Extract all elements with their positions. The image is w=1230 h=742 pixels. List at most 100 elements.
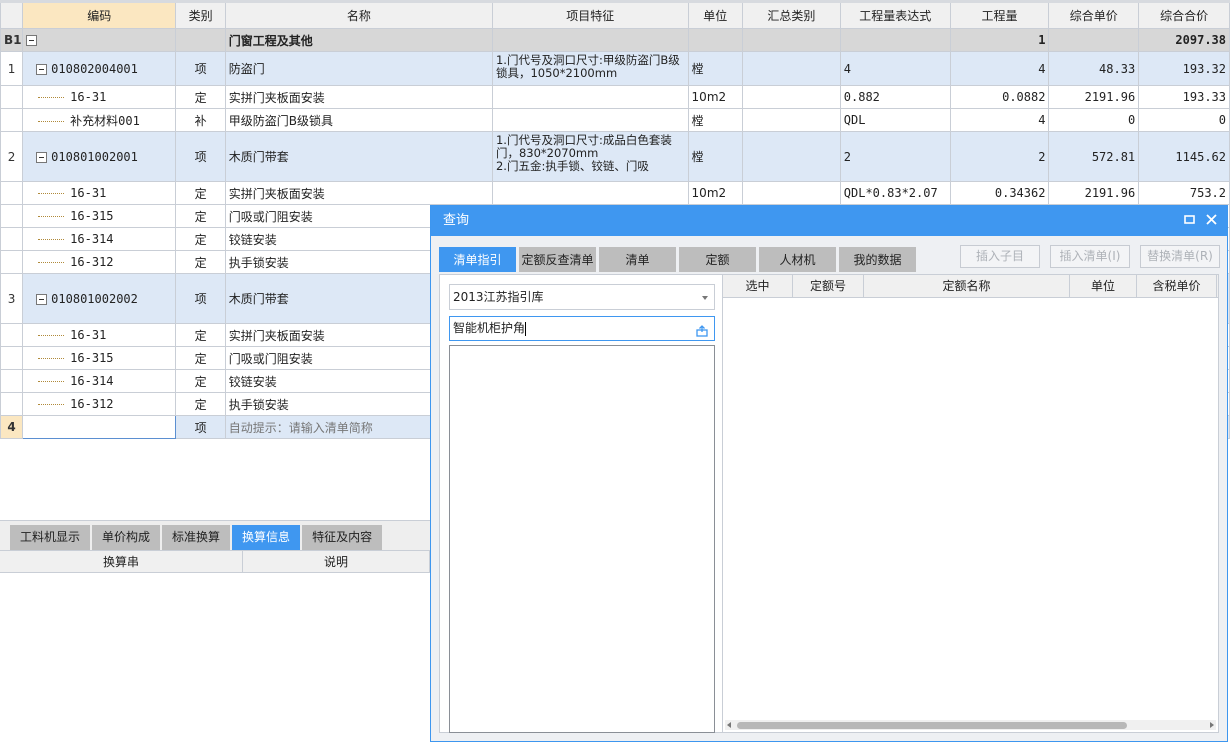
tab-conversion-info[interactable]: 换算信息 [232, 525, 301, 550]
code-cell[interactable]: 16-312 [22, 250, 177, 274]
type-cell[interactable]: 定 [175, 204, 226, 228]
scroll-right-icon[interactable] [1210, 722, 1214, 728]
scrollbar-thumb[interactable] [737, 722, 1127, 729]
price-cell[interactable]: 572.81 [1048, 131, 1140, 182]
unit-cell[interactable]: 樘 [687, 51, 743, 86]
code-cell[interactable]: 补充材料001 [22, 108, 177, 132]
expr-cell[interactable]: 4 [839, 51, 951, 86]
quota-row[interactable]: 补充材料001 补甲级防盗门B级锁具樘 QDL 4 0 0 [0, 108, 1230, 132]
collapse-icon[interactable] [36, 63, 48, 75]
price-cell[interactable]: 0 [1048, 108, 1140, 132]
qty-cell[interactable]: 0.34362 [949, 181, 1050, 205]
tab-quota-reverse[interactable]: 定额反查清单 [519, 247, 596, 272]
col-header-feature[interactable]: 项目特征 [491, 0, 689, 29]
guide-tree-list[interactable] [449, 345, 715, 733]
expr-cell[interactable]: QDL*0.83*2.07 [839, 181, 951, 205]
horizontal-scrollbar[interactable] [725, 720, 1216, 730]
type-cell[interactable]: 定 [175, 392, 226, 416]
type-cell[interactable]: 定 [175, 323, 226, 347]
unit-cell[interactable]: 樘 [687, 131, 743, 182]
feature-cell[interactable] [491, 181, 689, 205]
chevron-down-icon[interactable] [702, 296, 708, 300]
col-header-quota-name[interactable]: 定额名称 [864, 275, 1070, 297]
code-cell[interactable]: 16-315 [22, 346, 177, 370]
group-name[interactable]: 门窗工程及其他 [224, 28, 493, 52]
group-row[interactable]: B1 门窗工程及其他 1 2097.38 [0, 28, 1230, 52]
col-header-summary[interactable]: 汇总类别 [741, 0, 841, 29]
scroll-left-icon[interactable] [727, 722, 731, 728]
group-qty[interactable]: 1 [949, 28, 1050, 52]
type-cell[interactable]: 项 [175, 131, 226, 182]
price-cell[interactable]: 2191.96 [1048, 181, 1140, 205]
type-cell[interactable]: 定 [175, 227, 226, 251]
type-cell[interactable]: 补 [175, 108, 226, 132]
tab-price-composition[interactable]: 单价构成 [92, 525, 161, 550]
col-header-total[interactable]: 综合合价 [1138, 0, 1230, 29]
tab-labor-material-machine[interactable]: 人材机 [759, 247, 836, 272]
summary-cell[interactable] [741, 108, 841, 132]
group-toggle-cell[interactable] [22, 28, 177, 52]
col-header-expr[interactable]: 工程量表达式 [839, 0, 951, 29]
expr-cell[interactable]: 2 [839, 131, 951, 182]
bill-item-row[interactable]: 1 010802004001 项防盗门 1.门代号及洞口尺寸:甲级防盗门B级锁具，10… [0, 51, 1230, 86]
quota-row[interactable]: 16-31 定实拼门夹板面安装 10m2 0.882 0.0882 2191.96 193.… [0, 85, 1230, 109]
tab-quota[interactable]: 定额 [679, 247, 756, 272]
unit-cell[interactable]: 10m2 [687, 181, 743, 205]
type-cell[interactable]: 定 [175, 369, 226, 393]
group-total[interactable]: 2097.38 [1138, 28, 1230, 52]
summary-cell[interactable] [741, 85, 841, 109]
collapse-icon[interactable] [26, 35, 38, 46]
name-cell[interactable]: 实拼门夹板面安装 [224, 181, 493, 205]
summary-cell[interactable] [741, 51, 841, 86]
type-cell[interactable]: 定 [175, 181, 226, 205]
price-cell[interactable]: 48.33 [1048, 51, 1140, 86]
total-cell[interactable]: 193.32 [1138, 51, 1230, 86]
col-header-name[interactable]: 名称 [224, 0, 493, 29]
price-cell[interactable]: 2191.96 [1048, 85, 1140, 109]
summary-cell[interactable] [741, 181, 841, 205]
code-cell[interactable]: 010801002002 [22, 273, 177, 324]
close-icon[interactable] [1206, 206, 1217, 236]
feature-cell[interactable]: 1.门代号及洞口尺寸:甲级防盗门B级锁具，1050*2100mm [491, 51, 689, 86]
maximize-icon[interactable] [1184, 206, 1195, 236]
type-cell[interactable]: 项 [175, 51, 226, 86]
code-input-cell[interactable] [22, 415, 177, 439]
type-cell[interactable]: 定 [175, 346, 226, 370]
col-header-price[interactable]: 综合单价 [1048, 0, 1140, 29]
feature-cell[interactable] [491, 85, 689, 109]
col-header-type[interactable]: 类别 [175, 0, 226, 29]
tab-bill[interactable]: 清单 [599, 247, 676, 272]
qty-cell[interactable]: 4 [949, 51, 1050, 86]
tab-my-data[interactable]: 我的数据 [839, 247, 916, 272]
summary-cell[interactable] [741, 131, 841, 182]
tab-bill-guide[interactable]: 清单指引 [439, 247, 516, 272]
code-cell[interactable]: 16-312 [22, 392, 177, 416]
code-cell[interactable]: 16-314 [22, 369, 177, 393]
replace-bill-button[interactable]: 替换清单(R) [1140, 245, 1220, 268]
total-cell[interactable]: 753.2 [1138, 181, 1230, 205]
expr-cell[interactable]: 0.882 [839, 85, 951, 109]
type-cell[interactable]: 定 [175, 250, 226, 274]
col-header-quota-no[interactable]: 定额号 [793, 275, 864, 297]
tab-labor-material[interactable]: 工料机显示 [10, 525, 91, 550]
total-cell[interactable]: 0 [1138, 108, 1230, 132]
col-header-conversion-string[interactable]: 换算串 [0, 551, 243, 572]
qty-cell[interactable]: 0.0882 [949, 85, 1050, 109]
collapse-icon[interactable] [36, 151, 48, 163]
code-cell[interactable]: 010801002001 [22, 131, 177, 182]
quota-row[interactable]: 16-31 定实拼门夹板面安装 10m2 QDL*0.83*2.07 0.34362 21… [0, 181, 1230, 205]
collapse-icon[interactable] [36, 293, 48, 305]
type-cell[interactable]: 定 [175, 85, 226, 109]
feature-cell[interactable]: 1.门代号及洞口尺寸:成品白色套装门，830*2070mm 2.门五金:执手锁、铰… [491, 131, 689, 182]
insert-bill-button[interactable]: 插入清单(I) [1050, 245, 1130, 268]
code-cell[interactable]: 16-315 [22, 204, 177, 228]
tab-features-content[interactable]: 特征及内容 [302, 525, 383, 550]
col-header-select[interactable]: 选中 [723, 275, 793, 297]
col-header-unit[interactable]: 单位 [687, 0, 743, 29]
code-cell[interactable]: 16-31 [22, 323, 177, 347]
qty-cell[interactable]: 4 [949, 108, 1050, 132]
dialog-titlebar[interactable]: 查询 [431, 206, 1227, 236]
bill-item-row[interactable]: 2 010801002001 项木质门带套 1.门代号及洞口尺寸:成品白色套装门，83… [0, 131, 1230, 182]
search-icon[interactable] [696, 322, 708, 337]
col-header-description[interactable]: 说明 [243, 551, 430, 572]
